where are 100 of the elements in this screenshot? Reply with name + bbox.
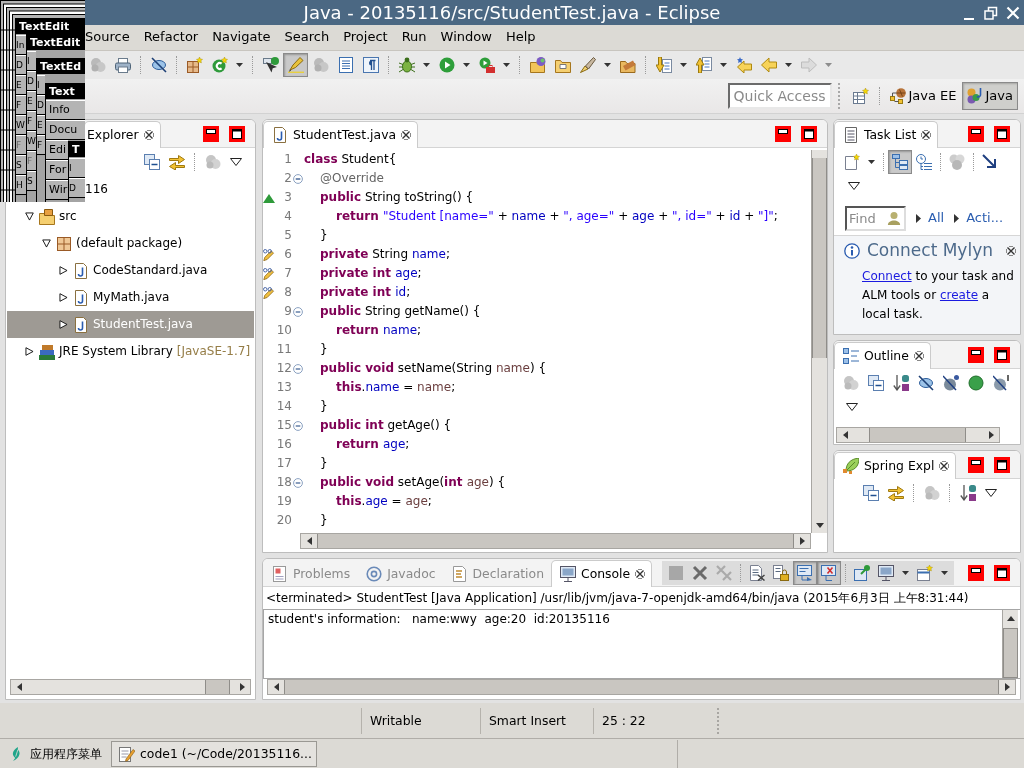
menu-item[interactable]: Help — [505, 27, 536, 48]
menu-item[interactable]: Docu — [46, 120, 85, 140]
menu-item[interactable]: Window — [440, 27, 492, 48]
caret-icon[interactable] — [604, 63, 611, 67]
close-icon[interactable] — [401, 130, 412, 140]
tree-item[interactable]: 116 — [85, 176, 254, 203]
boxes-minus-icon[interactable] — [143, 154, 160, 170]
close-icon[interactable] — [143, 130, 154, 140]
sort-icon[interactable] — [959, 485, 976, 501]
perspective-button[interactable]: Java EE — [884, 82, 962, 110]
caret-icon[interactable] — [785, 63, 792, 67]
collapse-icon[interactable] — [292, 173, 303, 184]
menu-item[interactable]: I — [69, 158, 85, 178]
maximize-icon[interactable] — [229, 125, 245, 142]
close-icon[interactable] — [1006, 245, 1016, 256]
minimize-icon[interactable] — [203, 125, 219, 142]
menu-item[interactable]: For — [46, 160, 68, 180]
left-triangle-icon[interactable] — [306, 537, 312, 545]
crossed-oval-icon[interactable] — [150, 57, 167, 73]
close-icon[interactable] — [921, 130, 932, 140]
brush-icon[interactable] — [579, 57, 596, 73]
pin-icon[interactable] — [854, 564, 871, 581]
collapse-icon[interactable] — [292, 420, 303, 431]
scrollbar-thumb[interactable] — [205, 680, 230, 694]
taskbar-window-button[interactable]: code1 (~/Code/20135116... — [111, 740, 317, 767]
link[interactable]: create — [939, 288, 979, 303]
right-triangle-icon[interactable] — [239, 683, 245, 691]
pencil-icon[interactable] — [263, 286, 275, 299]
caret-icon[interactable] — [463, 63, 470, 67]
swap-arrows-icon[interactable] — [168, 154, 185, 170]
maximize-icon[interactable] — [994, 456, 1010, 473]
menu-triangle-icon[interactable] — [230, 158, 242, 166]
left-triangle-icon[interactable] — [273, 683, 279, 691]
monitor-icon[interactable] — [878, 564, 895, 581]
tab[interactable]: Console — [551, 560, 653, 587]
list-icon[interactable] — [337, 57, 354, 73]
menu-item[interactable]: Wir — [46, 180, 68, 200]
right-triangle-icon[interactable] — [24, 347, 34, 356]
sort-icon[interactable] — [892, 375, 909, 391]
left-triangle-icon[interactable] — [16, 683, 22, 691]
left-triangle-icon[interactable] — [842, 431, 848, 439]
horizontal-scrollbar[interactable] — [836, 427, 1000, 443]
menu-item[interactable]: I — [37, 75, 45, 95]
tree-item[interactable]: (default package) — [7, 230, 254, 257]
minimize-icon[interactable] — [968, 456, 984, 473]
tree-item[interactable]: src — [7, 203, 254, 230]
pencil-icon[interactable] — [263, 248, 275, 261]
clock-list-icon[interactable] — [916, 154, 932, 170]
tree-item[interactable]: JRE System Library [JavaSE-1.7] — [7, 338, 254, 365]
menu-item[interactable]: Info — [46, 100, 85, 120]
caret-icon[interactable] — [680, 63, 687, 67]
boxes-minus-icon[interactable] — [862, 485, 879, 501]
menu-item[interactable]: Edi — [46, 140, 68, 160]
menu-item[interactable]: Run — [401, 27, 427, 48]
close-icon[interactable] — [939, 461, 950, 471]
folder-icon[interactable] — [554, 57, 571, 73]
swap-arrows-icon[interactable] — [887, 485, 904, 501]
pilcrow-icon[interactable] — [362, 57, 379, 73]
tab[interactable]: Spring Expl — [834, 452, 957, 479]
folder-globe-icon[interactable] — [529, 57, 546, 73]
scrollbar-thumb[interactable] — [868, 428, 967, 442]
grid-star-icon[interactable] — [186, 57, 203, 73]
star-arrow-icon[interactable] — [735, 57, 752, 73]
horizontal-scrollbar[interactable] — [267, 679, 1016, 695]
crossed-ball-icon[interactable] — [942, 375, 959, 391]
tab[interactable]: Task List — [834, 121, 939, 148]
menu-triangle-icon[interactable] — [985, 489, 997, 497]
scrollbar-thumb[interactable] — [812, 158, 827, 358]
right-triangle-icon[interactable] — [988, 431, 994, 439]
tree-item[interactable]: MyMath.java — [7, 284, 254, 311]
restore-icon[interactable] — [984, 5, 998, 20]
minimize-icon[interactable] — [968, 125, 984, 142]
vertical-scrollbar[interactable] — [1002, 610, 1018, 678]
down-triangle-icon[interactable] — [24, 212, 34, 221]
menu-item[interactable]: Source — [85, 27, 130, 48]
maximize-icon[interactable] — [994, 125, 1010, 142]
play-toolbox-icon[interactable] — [478, 57, 495, 73]
scrollbar-thumb[interactable] — [317, 534, 794, 548]
menu-item[interactable]: Refactor — [143, 27, 199, 48]
horizontal-scrollbar[interactable] — [300, 533, 811, 549]
down-triangle-icon[interactable] — [41, 239, 51, 248]
minimize-icon[interactable] — [775, 125, 791, 142]
collapse-icon[interactable] — [292, 363, 303, 374]
down-triangle-icon[interactable] — [815, 522, 824, 528]
right-triangle-icon[interactable] — [58, 293, 68, 302]
scrollbar-thumb[interactable] — [1003, 628, 1018, 678]
menu-item[interactable]: F — [16, 95, 26, 115]
dot-icon[interactable] — [967, 375, 984, 391]
scrollbar-thumb[interactable] — [284, 680, 999, 694]
menu-triangle-icon[interactable] — [846, 403, 858, 411]
table-star-icon[interactable] — [853, 88, 869, 104]
close-icon[interactable] — [635, 569, 646, 579]
vertical-scrollbar[interactable] — [811, 150, 827, 533]
filter-link[interactable]: All — [916, 210, 945, 227]
caret-icon[interactable] — [236, 63, 243, 67]
down-arrow-page-icon[interactable] — [655, 57, 672, 73]
tree-item[interactable]: CodeStandard.java — [7, 257, 254, 284]
caret-icon[interactable] — [902, 570, 910, 575]
horizontal-scrollbar[interactable] — [10, 679, 251, 695]
collapse-icon[interactable] — [292, 306, 303, 317]
